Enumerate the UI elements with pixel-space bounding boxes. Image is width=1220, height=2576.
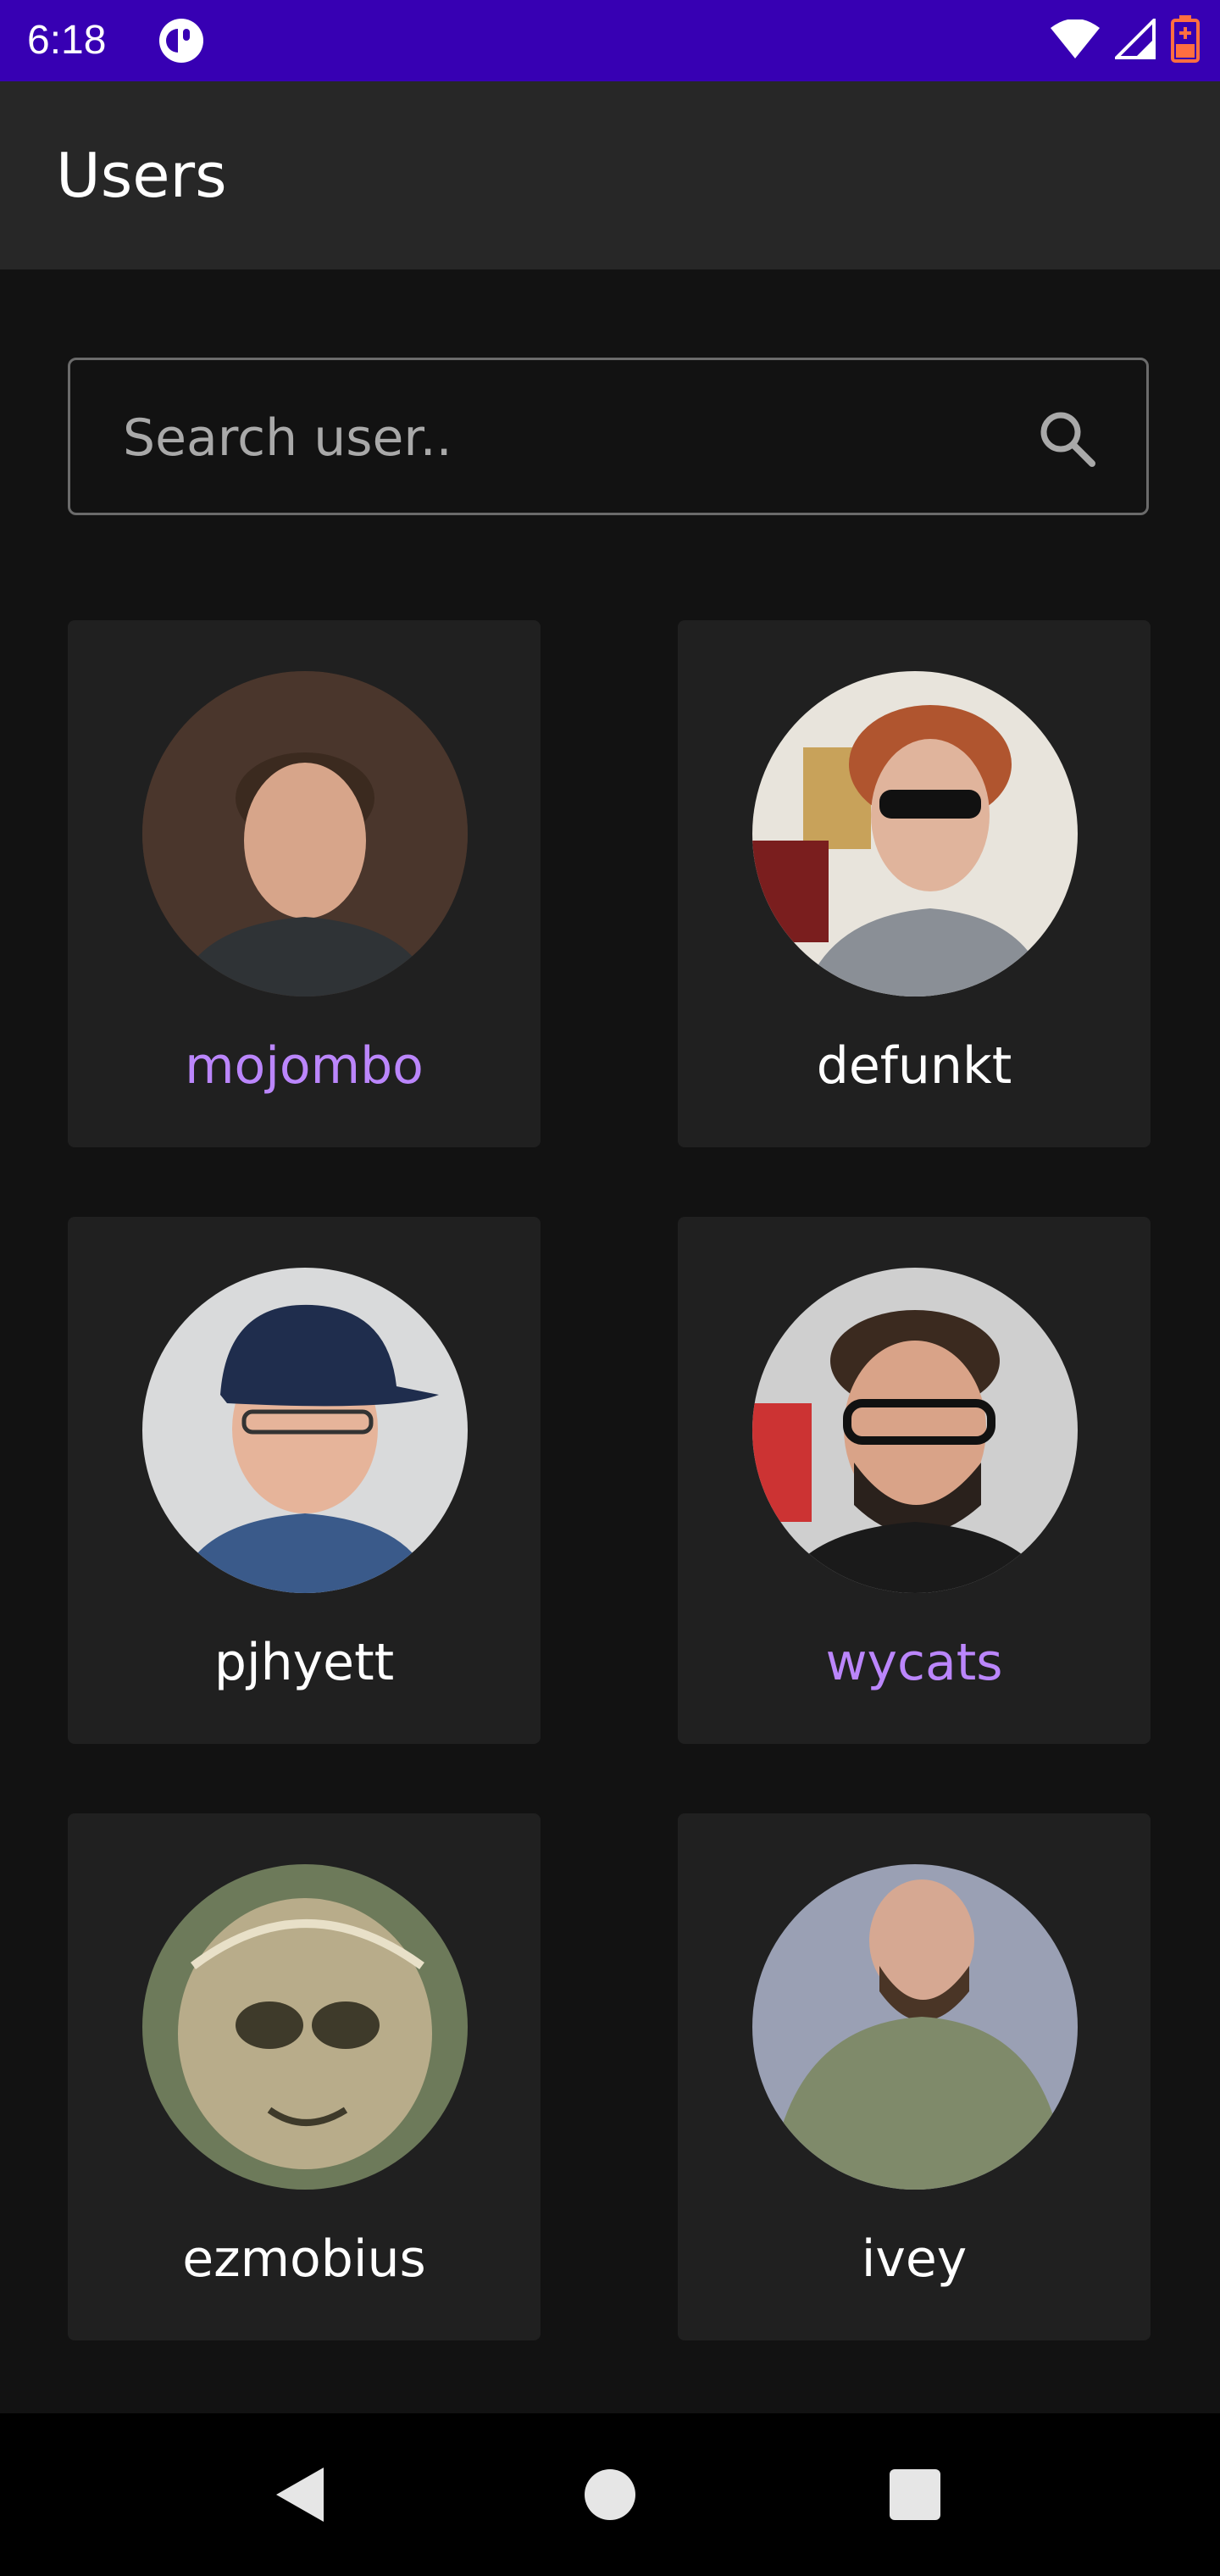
user-card-ezmobius[interactable]: ezmobius [68,1813,541,2340]
signal-icon [1112,16,1156,63]
navigation-bar [0,2413,1220,2576]
status-time: 6:18 [27,18,107,63]
search-placeholder: Search user.. [123,408,452,468]
battery-icon [1171,15,1200,66]
back-triangle-icon[interactable] [268,2461,336,2529]
page-title: Users [56,140,227,211]
avatar [752,671,1078,997]
user-card-pjhyett[interactable]: pjhyett [68,1217,541,1744]
username-label: mojombo [185,1036,424,1096]
search-input[interactable]: Search user.. [68,358,1149,515]
recents-square-icon[interactable] [881,2461,949,2529]
avatar [752,1864,1078,2190]
avatar [142,671,468,997]
status-bar: 6:18 [0,0,1220,81]
username-label: wycats [825,1633,1003,1692]
username-label: ezmobius [182,2229,426,2289]
avatar [752,1268,1078,1593]
wifi-icon [1051,19,1100,62]
home-circle-icon[interactable] [576,2461,644,2529]
user-card-wycats[interactable]: wycats [678,1217,1151,1744]
app-bar: Users [0,81,1220,269]
username-label: ivey [861,2229,968,2289]
notification-app-icon [158,17,205,64]
avatar [142,1268,468,1593]
user-card-mojombo[interactable]: mojombo [68,620,541,1147]
username-label: defunkt [816,1036,1012,1096]
user-card-defunkt[interactable]: defunkt [678,620,1151,1147]
user-card-ivey[interactable]: ivey [678,1813,1151,2340]
username-label: pjhyett [214,1633,395,1692]
search-icon[interactable] [1036,408,1099,470]
avatar [142,1864,468,2190]
